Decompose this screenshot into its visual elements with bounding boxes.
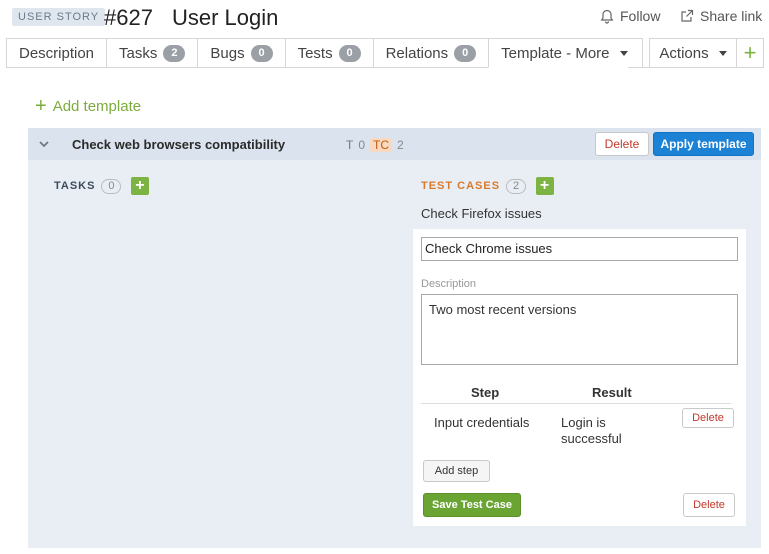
tasks-counter-value: 0 xyxy=(358,138,366,152)
plus-icon: + xyxy=(35,95,47,117)
share-link-button[interactable]: Share link xyxy=(680,8,762,24)
test-cases-counter-label: TC xyxy=(370,138,393,152)
tab-bar: Description Tasks 2 Bugs 0 Tests 0 Relat… xyxy=(6,38,643,68)
collapse-chevron-icon[interactable] xyxy=(38,137,50,155)
tab-template-more[interactable]: Template - More xyxy=(488,38,643,68)
test-cases-counter-value: 2 xyxy=(397,138,404,152)
chevron-down-icon xyxy=(718,50,727,56)
template-counters: T 0 TC 2 xyxy=(346,138,404,152)
add-test-case-button[interactable]: + xyxy=(536,177,555,195)
bell-icon xyxy=(600,9,614,24)
actions-menu-button[interactable]: Actions xyxy=(649,38,737,68)
delete-test-case-button[interactable]: Delete xyxy=(683,493,735,517)
tab-tests[interactable]: Tests 0 xyxy=(284,38,373,68)
tasks-counter-label: T xyxy=(346,138,354,152)
tab-label: Tests xyxy=(297,44,333,62)
delete-step-button[interactable]: Delete xyxy=(682,408,734,428)
steps-header-divider xyxy=(421,403,731,404)
template-panel: Check web browsers compatibility T 0 TC … xyxy=(28,128,761,548)
chevron-down-icon xyxy=(619,50,628,56)
apply-template-button[interactable]: Apply template xyxy=(653,132,754,156)
add-task-button[interactable]: + xyxy=(131,177,150,195)
step-column-header: Step xyxy=(471,385,500,400)
tests-count-badge: 0 xyxy=(338,44,361,62)
tab-bugs[interactable]: Bugs 0 xyxy=(197,38,285,68)
entity-header: USER STORY #627 User Login Follow Share … xyxy=(0,0,769,36)
save-test-case-button[interactable]: Save Test Case xyxy=(423,493,521,517)
template-header: Check web browsers compatibility T 0 TC … xyxy=(28,128,761,160)
tasks-section-header: TASKS 0 + xyxy=(54,177,150,195)
actions-label: Actions xyxy=(659,44,709,62)
delete-template-button[interactable]: Delete xyxy=(595,132,649,156)
follow-label: Follow xyxy=(620,8,661,24)
add-template-label: Add template xyxy=(52,97,142,115)
test-case-item[interactable]: Check Firefox issues xyxy=(421,206,542,221)
bugs-count-badge: 0 xyxy=(250,44,273,62)
tasks-count-badge: 2 xyxy=(163,44,186,62)
tab-label: Tasks xyxy=(119,44,158,62)
test-cases-section-label: TEST CASES xyxy=(421,180,501,192)
add-template-link[interactable]: + Add template xyxy=(35,96,141,116)
test-case-name-input[interactable]: Check Chrome issues xyxy=(421,237,738,261)
test-cases-section-count: 2 xyxy=(506,178,527,194)
tab-label: Relations xyxy=(385,44,449,62)
test-cases-section-header: TEST CASES 2 + xyxy=(421,177,555,195)
page-title[interactable]: User Login xyxy=(172,5,278,31)
tab-relations[interactable]: Relations 0 xyxy=(372,38,489,68)
entity-type-badge: USER STORY xyxy=(12,8,106,26)
test-case-form: Check Chrome issues Description Two most… xyxy=(413,229,746,526)
result-cell[interactable]: Login is successful xyxy=(561,415,651,447)
tab-label: Description xyxy=(19,44,95,62)
step-cell[interactable]: Input credentials xyxy=(434,415,529,431)
follow-button[interactable]: Follow xyxy=(600,8,660,24)
plus-icon: + xyxy=(743,40,757,65)
tab-label: Template - More xyxy=(501,44,610,62)
template-name[interactable]: Check web browsers compatibility xyxy=(72,137,285,152)
tasks-section-count: 0 xyxy=(101,178,122,194)
add-tab-button[interactable]: + xyxy=(736,38,764,68)
external-link-icon xyxy=(680,9,694,23)
tab-description[interactable]: Description xyxy=(6,38,107,68)
tab-divider xyxy=(628,67,650,68)
result-column-header: Result xyxy=(592,385,632,400)
description-label: Description xyxy=(421,278,477,290)
tab-label: Bugs xyxy=(210,44,245,62)
add-step-button[interactable]: Add step xyxy=(423,460,490,482)
entity-id: #627 xyxy=(104,5,153,30)
tab-tasks[interactable]: Tasks 2 xyxy=(106,38,198,68)
share-link-label: Share link xyxy=(700,8,763,24)
description-textarea[interactable]: Two most recent versions xyxy=(421,294,738,365)
relations-count-badge: 0 xyxy=(454,44,477,62)
tasks-section-label: TASKS xyxy=(54,180,96,192)
